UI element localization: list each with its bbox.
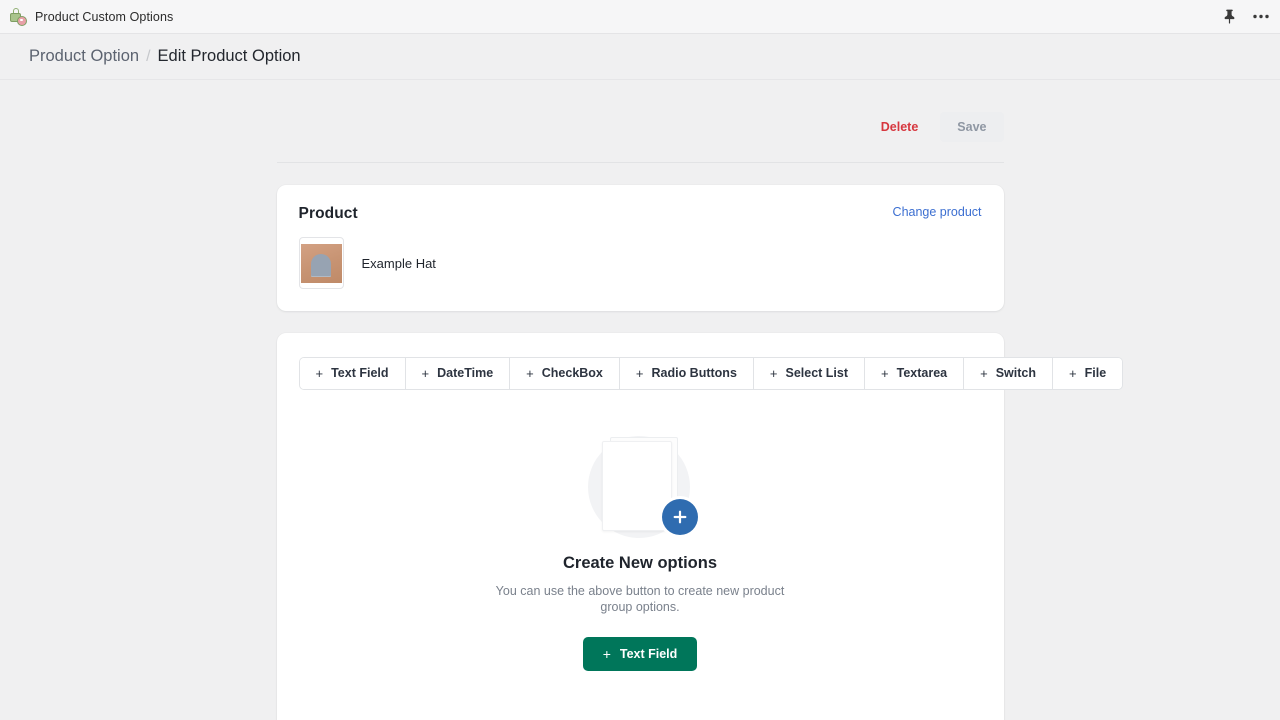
- add-datetime-label: DateTime: [437, 366, 494, 381]
- product-thumbnail-hat: [300, 243, 342, 283]
- document-add-illustration: [580, 426, 700, 541]
- add-select-list-label: Select List: [785, 366, 849, 381]
- add-checkbox-button[interactable]: + CheckBox: [510, 358, 620, 389]
- create-text-field-label: Text Field: [619, 646, 678, 661]
- add-file-button[interactable]: + File: [1053, 358, 1123, 389]
- titlebar-actions: [1220, 8, 1270, 26]
- add-radio-buttons-button[interactable]: + Radio Buttons: [619, 358, 754, 389]
- empty-state: Create New options You can use the above…: [299, 390, 982, 709]
- plus-icon: +: [526, 366, 534, 381]
- product-row: Example Hat: [298, 237, 982, 289]
- empty-state-title: Create New options: [562, 554, 718, 572]
- plus-icon: +: [635, 366, 644, 381]
- plus-icon: +: [881, 366, 889, 381]
- product-card-title: Product: [298, 205, 358, 222]
- breadcrumb-parent[interactable]: Product Option: [29, 47, 139, 66]
- change-product-link[interactable]: Change product: [893, 205, 982, 219]
- add-select-list-button[interactable]: + Select List: [753, 358, 866, 389]
- option-type-button-group: + Text Field + DateTime + CheckBox + Rad…: [298, 357, 1124, 390]
- breadcrumb-separator: /: [146, 47, 151, 65]
- add-datetime-button[interactable]: + DateTime: [405, 358, 511, 389]
- create-text-field-button[interactable]: + Text Field: [582, 637, 698, 671]
- product-thumbnail: [298, 237, 344, 289]
- more-horizontal-icon[interactable]: [1252, 8, 1270, 26]
- plus-icon: +: [980, 366, 988, 381]
- options-card: + Text Field + DateTime + CheckBox + Rad…: [276, 333, 1124, 720]
- add-text-field-button[interactable]: + Text Field: [299, 358, 406, 389]
- plus-icon: +: [602, 646, 611, 662]
- product-card: Product Change product Example Hat: [276, 185, 1004, 311]
- delete-button[interactable]: Delete: [871, 113, 929, 141]
- product-card-header: Product Change product: [299, 205, 982, 223]
- add-textarea-button[interactable]: + Textarea: [865, 358, 965, 389]
- pin-icon[interactable]: [1220, 8, 1238, 26]
- plus-icon: +: [315, 366, 324, 381]
- app-titlebar: Product Custom Options: [0, 0, 1280, 34]
- header-divider: [276, 162, 1004, 163]
- empty-state-description: You can use the above button to create n…: [495, 584, 785, 614]
- product-name: Example Hat: [361, 255, 436, 271]
- plus-icon: +: [769, 366, 778, 381]
- add-textarea-label: Textarea: [896, 366, 948, 381]
- add-text-field-label: Text Field: [331, 366, 389, 381]
- plus-icon: +: [1069, 366, 1077, 381]
- add-switch-label: Switch: [995, 366, 1037, 381]
- app-title: Product Custom Options: [35, 9, 174, 24]
- add-radio-buttons-label: Radio Buttons: [651, 366, 737, 381]
- add-file-label: File: [1084, 366, 1107, 381]
- add-checkbox-label: CheckBox: [541, 366, 603, 381]
- save-button[interactable]: Save: [940, 112, 1004, 142]
- plus-circle-icon: [662, 499, 698, 535]
- page-actions: Delete Save: [277, 80, 1004, 142]
- breadcrumb: Product Option / Edit Product Option: [0, 34, 1280, 80]
- page-content: Delete Save Product Change product Examp…: [0, 80, 1280, 720]
- breadcrumb-current: Edit Product Option: [157, 47, 301, 65]
- plus-icon: +: [421, 366, 430, 381]
- padlock-gear-icon: [9, 7, 27, 26]
- add-switch-button[interactable]: + Switch: [964, 358, 1054, 389]
